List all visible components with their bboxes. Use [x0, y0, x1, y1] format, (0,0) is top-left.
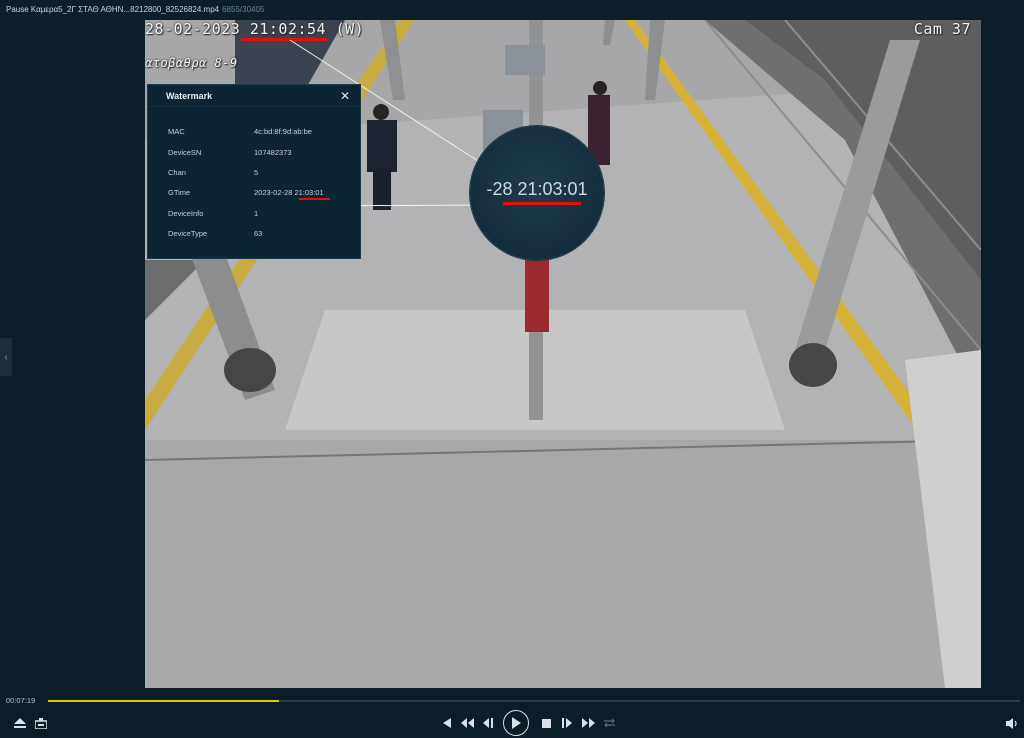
field-label: DeviceSN: [168, 148, 202, 157]
osd-camera-label: Cam 37: [913, 20, 971, 38]
control-bar: [0, 709, 1024, 738]
step-forward-icon[interactable]: [561, 717, 574, 729]
player-window: Pause Καμερα5_2Γ ΣΤΑΘ ΑΘΗΝ...8212800_825…: [0, 0, 1024, 738]
osd-location-label: ατοβαθρα 8-9: [145, 56, 238, 70]
progress-bar[interactable]: [48, 700, 1020, 702]
magnifier-lens: -28 21:03:01: [470, 126, 604, 260]
field-label: Chan: [168, 168, 186, 177]
title-bar: Pause Καμερα5_2Γ ΣΤΑΘ ΑΘΗΝ...8212800_825…: [0, 0, 1024, 18]
watermark-title: Watermark: [166, 90, 213, 101]
field-value: 107482373: [254, 148, 292, 157]
field-label: DeviceType: [168, 229, 208, 238]
field-label: MAC: [168, 127, 185, 136]
gtime-highlight: [299, 198, 330, 200]
field-value: 4c:bd:8f:9d:ab:be: [254, 127, 312, 136]
slow-icon[interactable]: [481, 717, 494, 729]
eject-icon[interactable]: [13, 716, 27, 730]
sync-icon[interactable]: [602, 717, 616, 729]
clip-icon[interactable]: [34, 716, 48, 730]
elapsed-time: 00:07:19: [6, 696, 36, 705]
chevron-left-icon[interactable]: ‹: [0, 338, 12, 376]
field-value: 1: [254, 209, 259, 218]
progress-fill: [48, 700, 279, 702]
field-label: DeviceInfo: [168, 209, 204, 218]
fast-forward-icon[interactable]: [581, 717, 595, 729]
timestamp-highlight: [241, 38, 327, 41]
step-back-icon[interactable]: [440, 717, 452, 729]
window-title: Pause Καμερα5_2Γ ΣΤΑΘ ΑΘΗΝ...8212800_825…: [6, 4, 220, 14]
watermark-header: Watermark ✕: [148, 85, 360, 107]
field-value: 5: [254, 168, 259, 177]
osd-timestamp: 28-02-2023 21:02:54 (W): [145, 20, 365, 38]
frame-counter: 6855/30405: [222, 4, 265, 14]
close-icon[interactable]: ✕: [340, 89, 350, 103]
rewind-icon[interactable]: [460, 717, 474, 729]
volume-icon[interactable]: [1005, 716, 1019, 730]
stop-icon[interactable]: [540, 717, 552, 729]
progress-row: 00:07:19: [0, 695, 1024, 707]
watermark-dialog: Watermark ✕ MAC 4c:bd:8f:9d:ab:be Device…: [147, 84, 361, 259]
magnified-highlight: [503, 202, 581, 205]
field-label: GTime: [168, 188, 191, 197]
magnified-time: -28 21:03:01: [486, 179, 588, 199]
field-value: 63: [254, 229, 263, 238]
play-icon[interactable]: [503, 710, 529, 736]
field-value: 2023-02-28 21:03:01: [254, 188, 324, 197]
